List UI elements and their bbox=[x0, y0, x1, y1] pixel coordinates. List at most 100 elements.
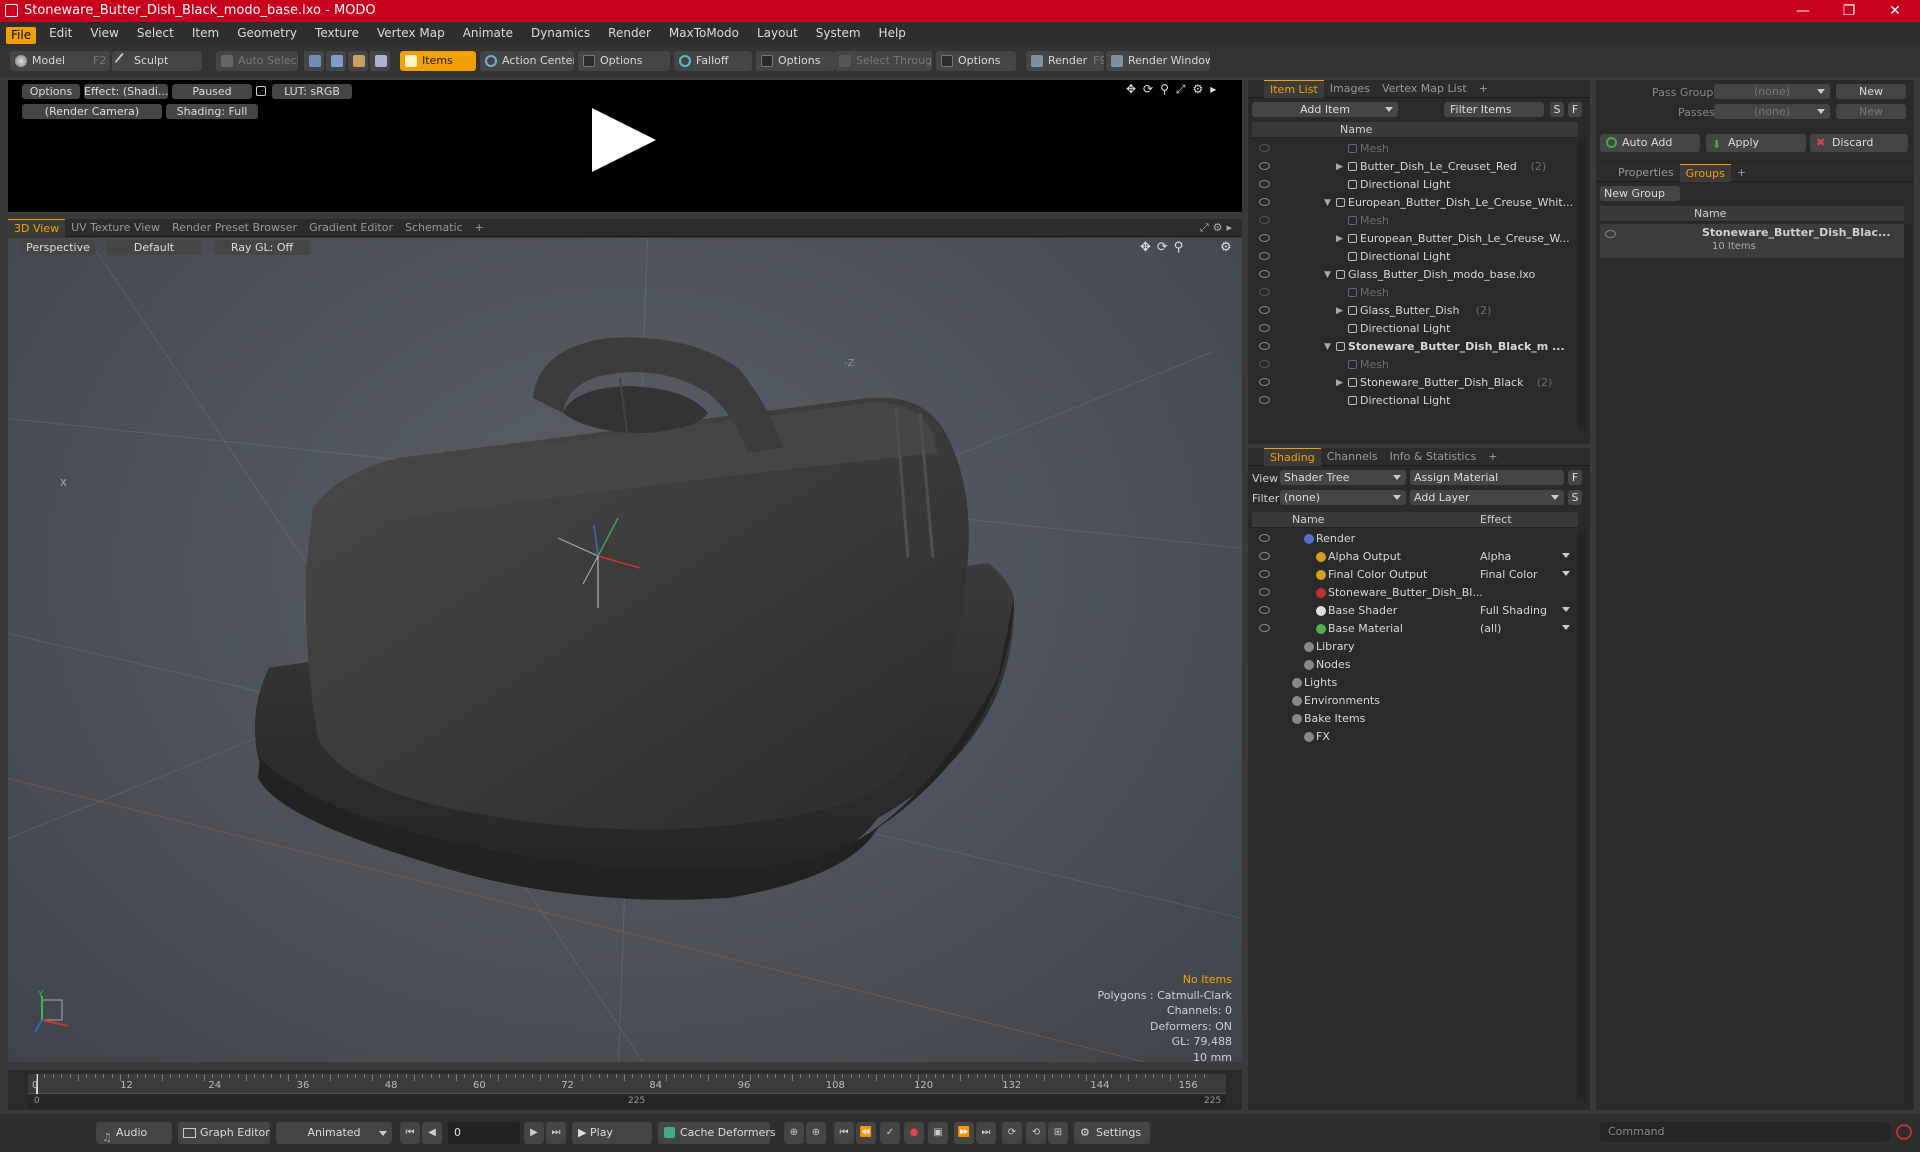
cache-deformers-button[interactable]: Cache Deformers bbox=[658, 1122, 776, 1144]
visibility-eye-icon[interactable] bbox=[1259, 144, 1270, 152]
visibility-eye-icon[interactable] bbox=[1259, 378, 1270, 386]
action-center-options-button[interactable]: Options bbox=[578, 51, 670, 71]
lut-dropdown[interactable]: LUT: sRGB bbox=[272, 84, 352, 99]
item-list-scrollbar[interactable] bbox=[1578, 140, 1586, 430]
item-list-row[interactable]: ▼ European_Butter_Dish_Le_Creuse_Whit... bbox=[1252, 194, 1578, 212]
shading-f-button[interactable]: F bbox=[1568, 470, 1582, 485]
loop-button[interactable]: ⟳ bbox=[1002, 1122, 1022, 1144]
menu-animate[interactable]: Animate bbox=[454, 22, 522, 45]
model-mode-button[interactable]: Model F2 bbox=[10, 51, 110, 71]
render-window-button[interactable]: Render Window bbox=[1106, 51, 1210, 71]
expand-arrow-icon[interactable]: ▼ bbox=[1324, 338, 1331, 356]
visibility-eye-icon[interactable] bbox=[1605, 230, 1616, 238]
auto-key-button[interactable]: ✓ bbox=[880, 1122, 900, 1144]
tab-schematic[interactable]: Schematic bbox=[399, 219, 469, 237]
tab-info-statistics[interactable]: Info & Statistics bbox=[1384, 448, 1483, 466]
visibility-eye-icon[interactable] bbox=[1259, 270, 1270, 278]
shader-tree-row[interactable]: Nodes bbox=[1252, 656, 1578, 674]
shader-tree-row[interactable]: Base Material (all) bbox=[1252, 620, 1578, 638]
lock-icon[interactable] bbox=[256, 86, 266, 96]
command-history-icon[interactable] bbox=[1896, 1124, 1912, 1140]
sculpt-mode-button[interactable]: Sculpt bbox=[112, 51, 202, 71]
dropdown-arrow-icon[interactable] bbox=[1562, 571, 1570, 576]
effect-value[interactable]: Full Shading bbox=[1480, 602, 1547, 620]
add-item-dropdown[interactable]: Add Item bbox=[1252, 102, 1398, 117]
auto-select-button[interactable]: Auto Select bbox=[216, 51, 298, 71]
go-to-end-button[interactable]: ⏭ bbox=[546, 1122, 566, 1144]
shader-tree-row[interactable]: Final Color Output Final Color bbox=[1252, 566, 1578, 584]
play-button[interactable]: ▶ Play bbox=[572, 1122, 652, 1144]
expand-arrow-icon[interactable]: ▶ bbox=[1336, 302, 1343, 320]
tab-3d-view[interactable]: 3D View bbox=[8, 218, 66, 237]
item-list-row[interactable]: ▶ Glass_Butter_Dish (2) bbox=[1252, 302, 1578, 320]
visibility-eye-icon[interactable] bbox=[1259, 198, 1270, 206]
visibility-eye-icon[interactable] bbox=[1259, 288, 1270, 296]
dropdown-arrow-icon[interactable] bbox=[1562, 553, 1570, 558]
command-input[interactable]: Command bbox=[1600, 1122, 1890, 1142]
expand-arrow-icon[interactable]: ▼ bbox=[1324, 194, 1331, 212]
visibility-eye-icon[interactable] bbox=[1259, 162, 1270, 170]
item-list-row[interactable]: Mesh bbox=[1252, 284, 1578, 302]
visibility-eye-icon[interactable] bbox=[1259, 342, 1270, 350]
tab-channels[interactable]: Channels bbox=[1321, 448, 1384, 466]
dropdown-arrow-icon[interactable] bbox=[1562, 607, 1570, 612]
item-list-row[interactable]: Directional Light bbox=[1252, 392, 1578, 410]
menu-texture[interactable]: Texture bbox=[306, 22, 368, 45]
prev-key-button[interactable]: ⏮ bbox=[834, 1122, 854, 1144]
render-button[interactable]: Render F9 bbox=[1026, 51, 1104, 71]
timeline-range-bar[interactable]: 0 225 225 bbox=[28, 1096, 1226, 1108]
falloff-button[interactable]: Falloff bbox=[674, 51, 752, 71]
prev-key2-button[interactable]: ⏪ bbox=[856, 1122, 876, 1144]
tab-render-preset-browser[interactable]: Render Preset Browser bbox=[166, 219, 303, 237]
maximize-button[interactable]: ❐ bbox=[1826, 0, 1872, 22]
visibility-eye-icon[interactable] bbox=[1259, 324, 1270, 332]
preview-nav-icons[interactable]: ✥⟳⚲⤢⚙▸ bbox=[1126, 82, 1223, 97]
butter-dish-model[interactable] bbox=[8, 238, 1242, 1062]
menu-system[interactable]: System bbox=[807, 22, 870, 45]
auto-add-button[interactable]: Auto Add bbox=[1600, 134, 1700, 152]
shading-s-button[interactable]: S bbox=[1568, 490, 1582, 505]
menu-geometry[interactable]: Geometry bbox=[228, 22, 306, 45]
menu-view[interactable]: View bbox=[81, 22, 127, 45]
group-row[interactable]: Stoneware_Butter_Dish_Blac... 10 Items bbox=[1600, 224, 1904, 258]
menu-vertex-map[interactable]: Vertex Map bbox=[368, 22, 454, 45]
item-list-row[interactable]: ▼ Stoneware_Butter_Dish_Black_m ... bbox=[1252, 338, 1578, 356]
menu-layout[interactable]: Layout bbox=[748, 22, 807, 45]
step-forward-button[interactable]: ▶ bbox=[524, 1122, 544, 1144]
shader-tree-row[interactable]: Stoneware_Butter_Dish_Bl... bbox=[1252, 584, 1578, 602]
item-list-row[interactable]: Mesh bbox=[1252, 356, 1578, 374]
item-list-row[interactable]: Directional Light bbox=[1252, 248, 1578, 266]
vertices-mode-button[interactable] bbox=[304, 51, 324, 71]
view-dropdown[interactable]: Shader Tree bbox=[1280, 470, 1406, 485]
tab-properties[interactable]: Properties bbox=[1612, 164, 1680, 182]
timeline[interactable]: 0122436486072849610812013214415616818019… bbox=[8, 1070, 1639, 1110]
key-icon[interactable]: ⊕ bbox=[784, 1122, 804, 1144]
item-list-row[interactable]: Directional Light bbox=[1252, 320, 1578, 338]
rotate-button[interactable]: ⟲ bbox=[1026, 1122, 1046, 1144]
preview-options-button[interactable]: Options bbox=[22, 84, 80, 99]
render-camera-dropdown[interactable]: (Render Camera) bbox=[22, 104, 162, 119]
item-list-row[interactable]: Mesh bbox=[1252, 212, 1578, 230]
visibility-eye-icon[interactable] bbox=[1259, 180, 1270, 188]
menu-render[interactable]: Render bbox=[599, 22, 660, 45]
polygons-mode-button[interactable] bbox=[348, 51, 368, 71]
new-pass-button[interactable]: New bbox=[1836, 104, 1906, 119]
item-list-row[interactable]: ▶ European_Butter_Dish_Le_Creuse_W... bbox=[1252, 230, 1578, 248]
shader-tree-row[interactable]: Base Shader Full Shading bbox=[1252, 602, 1578, 620]
effect-value[interactable]: (all) bbox=[1480, 620, 1501, 638]
channel-button[interactable]: ⊞ bbox=[1048, 1122, 1068, 1144]
groups-scrollbar[interactable] bbox=[1904, 224, 1912, 1104]
shader-tree-row[interactable]: Library bbox=[1252, 638, 1578, 656]
visibility-eye-icon[interactable] bbox=[1259, 396, 1270, 404]
visibility-eye-icon[interactable] bbox=[1259, 306, 1270, 314]
animated-dropdown[interactable]: Animated bbox=[276, 1122, 392, 1144]
tab-gradient-editor[interactable]: Gradient Editor bbox=[303, 219, 399, 237]
next-key2-button[interactable]: ⏩ bbox=[954, 1122, 974, 1144]
visibility-eye-icon[interactable] bbox=[1259, 534, 1270, 542]
falloff-options-button[interactable]: Options bbox=[756, 51, 834, 71]
passes-dropdown[interactable]: (none) bbox=[1714, 104, 1830, 119]
edges-mode-button[interactable] bbox=[326, 51, 346, 71]
close-button[interactable]: ✕ bbox=[1872, 0, 1918, 22]
shader-tree-row[interactable]: Render bbox=[1252, 530, 1578, 548]
preview-effect-dropdown[interactable]: Effect: (Shadi... bbox=[84, 84, 168, 99]
